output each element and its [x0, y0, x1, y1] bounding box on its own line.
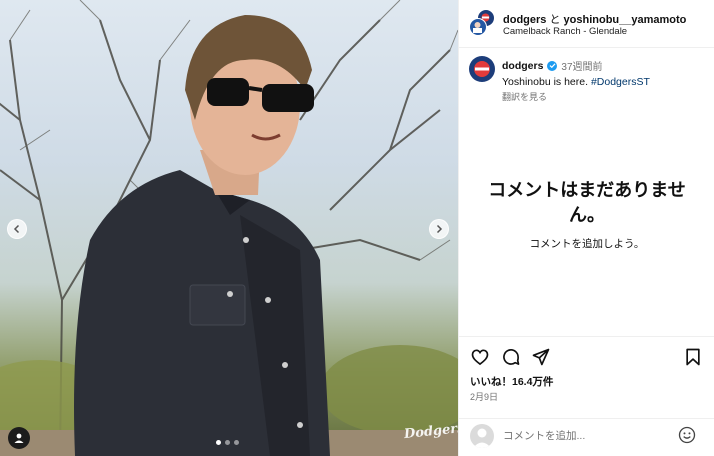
caption-username[interactable]: dodgers — [502, 60, 543, 72]
add-comment-bar — [459, 418, 714, 456]
post-image — [0, 0, 458, 456]
chevron-left-icon — [13, 224, 20, 234]
heart-icon[interactable] — [470, 347, 490, 367]
avatar — [470, 424, 494, 448]
comment-icon[interactable] — [501, 347, 521, 367]
tagged-users-button[interactable] — [8, 427, 30, 449]
caption-body: Yoshinobu is here. — [502, 76, 591, 88]
no-comments-subtitle: コメントを追加しよう。 — [529, 238, 645, 250]
carousel-dot — [225, 440, 230, 445]
post-date[interactable]: 2月9日 — [470, 390, 498, 403]
avatar[interactable] — [469, 56, 495, 82]
carousel-dot — [234, 440, 239, 445]
like-count[interactable]: いいね！16.4万件 — [470, 374, 553, 389]
verified-badge-icon — [547, 60, 558, 71]
post-actions: いいね！16.4万件 2月9日 — [459, 336, 714, 420]
avatar[interactable] — [469, 18, 487, 36]
emoji-icon[interactable] — [677, 425, 697, 445]
chevron-right-icon — [436, 224, 443, 234]
user-tag-icon — [14, 433, 24, 443]
bookmark-icon[interactable] — [683, 347, 703, 367]
carousel-prev-button[interactable] — [7, 219, 27, 239]
author-link-yamamoto[interactable]: yoshinobu__yamamoto — [564, 14, 687, 26]
carousel-dot — [216, 440, 221, 445]
author-link-dodgers[interactable]: dodgers — [503, 14, 546, 26]
caption-text: Yoshinobu is here. #DodgersST — [502, 76, 707, 88]
post-timestamp[interactable]: 37週間前 — [561, 58, 602, 73]
comment-input[interactable] — [503, 428, 663, 444]
post-side-panel: dodgers と yoshinobu__yamamoto Camelback … — [458, 0, 714, 456]
author-conjunction: と — [546, 14, 564, 26]
post-photo[interactable]: Dodgers — [0, 0, 458, 456]
no-comments-placeholder: コメントはまだありません。 コメントを追加しよう。 — [459, 178, 714, 251]
see-translation-link[interactable]: 翻訳を見る — [502, 90, 707, 103]
carousel-indicator — [216, 440, 239, 445]
collab-avatars[interactable] — [469, 9, 497, 37]
hashtag-link[interactable]: #DodgersST — [591, 76, 650, 88]
post-header: dodgers と yoshinobu__yamamoto Camelback … — [459, 0, 714, 48]
post-authors: dodgers と yoshinobu__yamamoto — [503, 11, 686, 27]
share-icon[interactable] — [531, 347, 551, 367]
location-link[interactable]: Camelback Ranch - Glendale — [503, 26, 627, 37]
carousel-next-button[interactable] — [429, 219, 449, 239]
no-comments-title: コメントはまだありません。 — [488, 180, 686, 225]
